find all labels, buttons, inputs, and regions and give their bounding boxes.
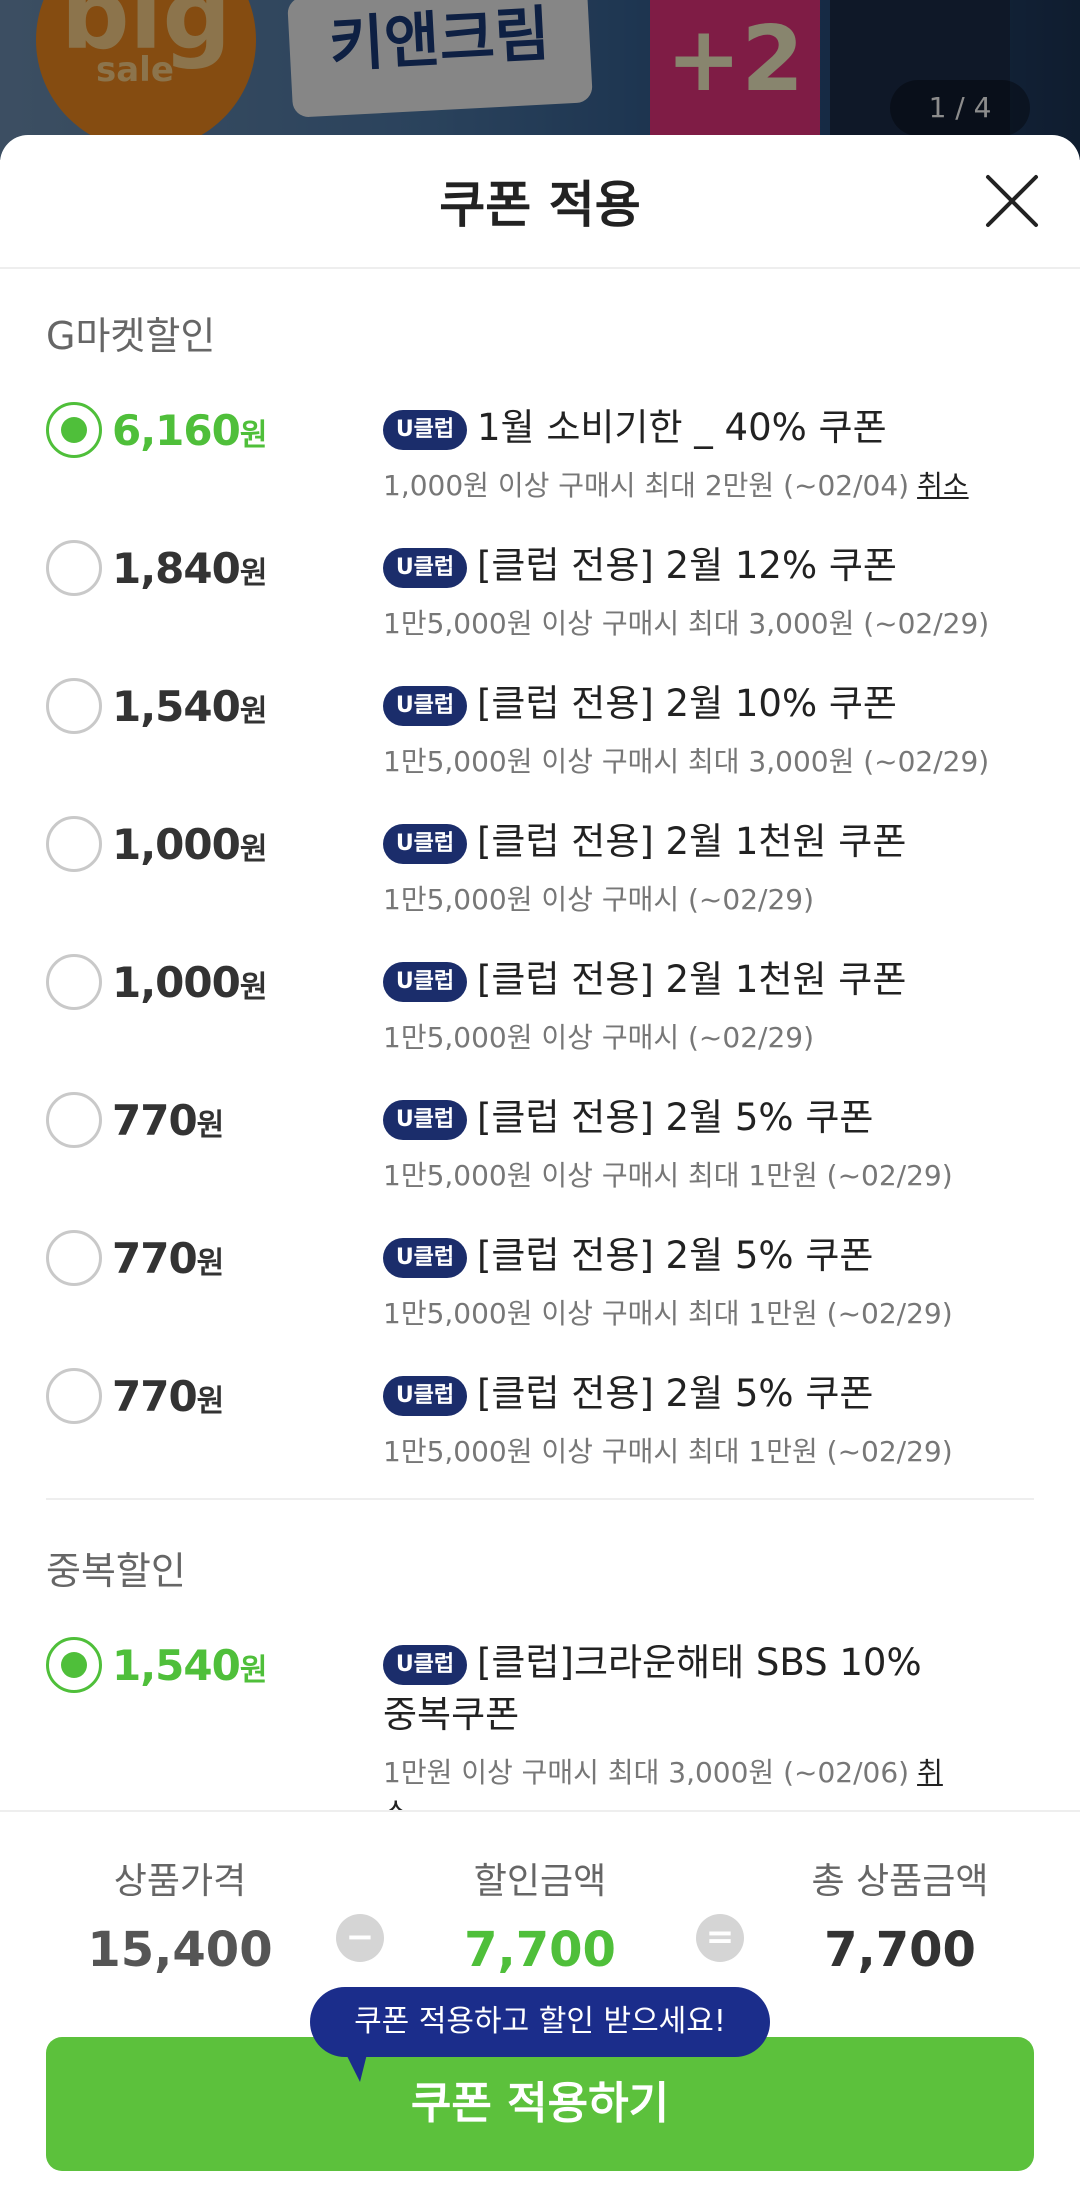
coupon-name: [클럽 전용] 2월 5% 쿠폰 bbox=[477, 1096, 874, 1139]
coupon-condition: 1,000원 이상 구매시 최대 2만원 (~02/04) bbox=[383, 469, 910, 502]
coupon-condition: 1만5,000원 이상 구매시 (~02/29) bbox=[383, 883, 814, 916]
coupon-condition: 1만원 이상 구매시 최대 3,000원 (~02/06) bbox=[383, 1756, 910, 1789]
cancel-link[interactable]: 취소 bbox=[917, 469, 969, 502]
coupon-info: U클럽 [클럽 전용] 2월 5% 쿠폰 1만5,000원 이상 구매시 최대 1… bbox=[383, 1230, 1023, 1332]
coupon-info: U클럽 [클럽 전용] 2월 5% 쿠폰 1만5,000원 이상 구매시 최대 1… bbox=[383, 1368, 1023, 1470]
radio-button[interactable] bbox=[46, 1092, 102, 1148]
coupon-condition: 1만5,000원 이상 구매시 최대 1만원 (~02/29) bbox=[383, 1435, 953, 1468]
section-divider bbox=[46, 1498, 1034, 1500]
coupon-info: U클럽 [클럽 전용] 2월 1천원 쿠폰 1만5,000원 이상 구매시 (~0… bbox=[383, 954, 1023, 1056]
coupon-info: U클럽 [클럽 전용] 2월 1천원 쿠폰 1만5,000원 이상 구매시 (~0… bbox=[383, 816, 1023, 918]
uclub-badge: U클럽 bbox=[383, 962, 467, 1002]
radio-button[interactable] bbox=[46, 402, 102, 458]
coupon-row[interactable]: 770원 U클럽 [클럽 전용] 2월 5% 쿠폰 1만5,000원 이상 구매시… bbox=[0, 1072, 1080, 1210]
apply-coupon-button[interactable]: 쿠폰 적용하기 bbox=[46, 2037, 1034, 2171]
coupon-amount: 1,000원 bbox=[112, 958, 267, 1007]
coupon-amount: 770원 bbox=[112, 1096, 224, 1145]
uclub-badge: U클럽 bbox=[383, 1238, 467, 1278]
coupon-condition: 1만5,000원 이상 구매시 최대 1만원 (~02/29) bbox=[383, 1159, 953, 1192]
coupon-amount: 770원 bbox=[112, 1372, 224, 1421]
radio-button[interactable] bbox=[46, 1230, 102, 1286]
coupon-info: U클럽 1월 소비기한 _ 40% 쿠폰 1,000원 이상 구매시 최대 2만원… bbox=[383, 402, 1023, 504]
coupon-info: U클럽 [클럽]크라운해태 SBS 10% 중복쿠폰 1만원 이상 구매시 최대 … bbox=[383, 1637, 943, 1831]
uclub-badge: U클럽 bbox=[383, 1100, 467, 1140]
coupon-name: [클럽 전용] 2월 5% 쿠폰 bbox=[477, 1372, 874, 1415]
coupon-condition: 1만5,000원 이상 구매시 최대 3,000원 (~02/29) bbox=[383, 607, 990, 640]
coupon-row[interactable]: 770원 U클럽 [클럽 전용] 2월 5% 쿠폰 1만5,000원 이상 구매시… bbox=[0, 1210, 1080, 1348]
coupon-row[interactable]: 1,000원 U클럽 [클럽 전용] 2월 1천원 쿠폰 1만5,000원 이상 … bbox=[0, 934, 1080, 1072]
uclub-badge: U클럽 bbox=[383, 1645, 467, 1685]
uclub-badge: U클럽 bbox=[383, 824, 467, 864]
coupon-info: U클럽 [클럽 전용] 2월 10% 쿠폰 1만5,000원 이상 구매시 최대 … bbox=[383, 678, 1023, 780]
radio-button[interactable] bbox=[46, 1637, 102, 1693]
coupon-name: [클럽 전용] 2월 10% 쿠폰 bbox=[477, 682, 897, 725]
coupon-info: U클럽 [클럽 전용] 2월 12% 쿠폰 1만5,000원 이상 구매시 최대 … bbox=[383, 540, 1023, 642]
coupon-condition: 1만5,000원 이상 구매시 최대 1만원 (~02/29) bbox=[383, 1297, 953, 1330]
coupon-condition: 1만5,000원 이상 구매시 (~02/29) bbox=[383, 1021, 814, 1054]
coupon-row[interactable]: 1,540원 U클럽 [클럽 전용] 2월 10% 쿠폰 1만5,000원 이상 … bbox=[0, 658, 1080, 796]
radio-button[interactable] bbox=[46, 1368, 102, 1424]
uclub-badge: U클럽 bbox=[383, 410, 467, 450]
radio-button[interactable] bbox=[46, 540, 102, 596]
close-icon[interactable] bbox=[984, 173, 1040, 229]
coupon-name: [클럽 전용] 2월 1천원 쿠폰 bbox=[477, 820, 907, 863]
product-price: 상품가격 15,400 bbox=[87, 1861, 273, 1978]
section-title-duplicate: 중복할인 bbox=[46, 1549, 186, 1593]
coupon-amount: 6,160원 bbox=[112, 406, 267, 455]
minus-icon: − bbox=[336, 1914, 384, 1962]
coupon-row[interactable]: 1,840원 U클럽 [클럽 전용] 2월 12% 쿠폰 1만5,000원 이상 … bbox=[0, 520, 1080, 658]
coupon-row[interactable]: 6,160원 U클럽 1월 소비기한 _ 40% 쿠폰 1,000원 이상 구매시… bbox=[0, 382, 1080, 520]
uclub-badge: U클럽 bbox=[383, 686, 467, 726]
coupon-condition: 1만5,000원 이상 구매시 최대 3,000원 (~02/29) bbox=[383, 745, 990, 778]
uclub-badge: U클럽 bbox=[383, 548, 467, 588]
coupon-row[interactable]: 1,000원 U클럽 [클럽 전용] 2월 1천원 쿠폰 1만5,000원 이상 … bbox=[0, 796, 1080, 934]
equals-icon: = bbox=[696, 1914, 744, 1962]
radio-button[interactable] bbox=[46, 954, 102, 1010]
coupon-name: 1월 소비기한 _ 40% 쿠폰 bbox=[477, 406, 887, 449]
coupon-row[interactable]: 770원 U클럽 [클럽 전용] 2월 5% 쿠폰 1만5,000원 이상 구매시… bbox=[0, 1348, 1080, 1486]
coupon-amount: 1,840원 bbox=[112, 544, 267, 593]
coupon-tooltip: 쿠폰 적용하고 할인 받으세요! bbox=[310, 1987, 770, 2057]
price-summary: 상품가격 15,400 − 할인금액 7,700 = 총 상품금액 7,700 … bbox=[0, 1810, 1080, 2192]
sheet-title: 쿠폰 적용 bbox=[439, 176, 641, 234]
coupon-amount: 770원 bbox=[112, 1234, 224, 1283]
coupon-amount: 1,540원 bbox=[112, 682, 267, 731]
coupon-name: [클럽 전용] 2월 12% 쿠폰 bbox=[477, 544, 897, 587]
radio-button[interactable] bbox=[46, 816, 102, 872]
sheet-header: 쿠폰 적용 bbox=[0, 135, 1080, 269]
coupon-name: [클럽 전용] 2월 5% 쿠폰 bbox=[477, 1234, 874, 1277]
coupon-row[interactable]: 1,540원 U클럽 [클럽]크라운해태 SBS 10% 중복쿠폰 1만원 이상 … bbox=[0, 1617, 1080, 1829]
section-title-gmarket: G마켓할인 bbox=[46, 314, 216, 358]
coupon-amount: 1,540원 bbox=[112, 1641, 267, 1690]
coupon-info: U클럽 [클럽 전용] 2월 5% 쿠폰 1만5,000원 이상 구매시 최대 1… bbox=[383, 1092, 1023, 1194]
radio-button[interactable] bbox=[46, 678, 102, 734]
coupon-amount: 1,000원 bbox=[112, 820, 267, 869]
total-amount: 총 상품금액 7,700 bbox=[811, 1861, 989, 1978]
uclub-badge: U클럽 bbox=[383, 1376, 467, 1416]
coupon-name: [클럽 전용] 2월 1천원 쿠폰 bbox=[477, 958, 907, 1001]
discount-amount: 할인금액 7,700 bbox=[464, 1861, 616, 1978]
